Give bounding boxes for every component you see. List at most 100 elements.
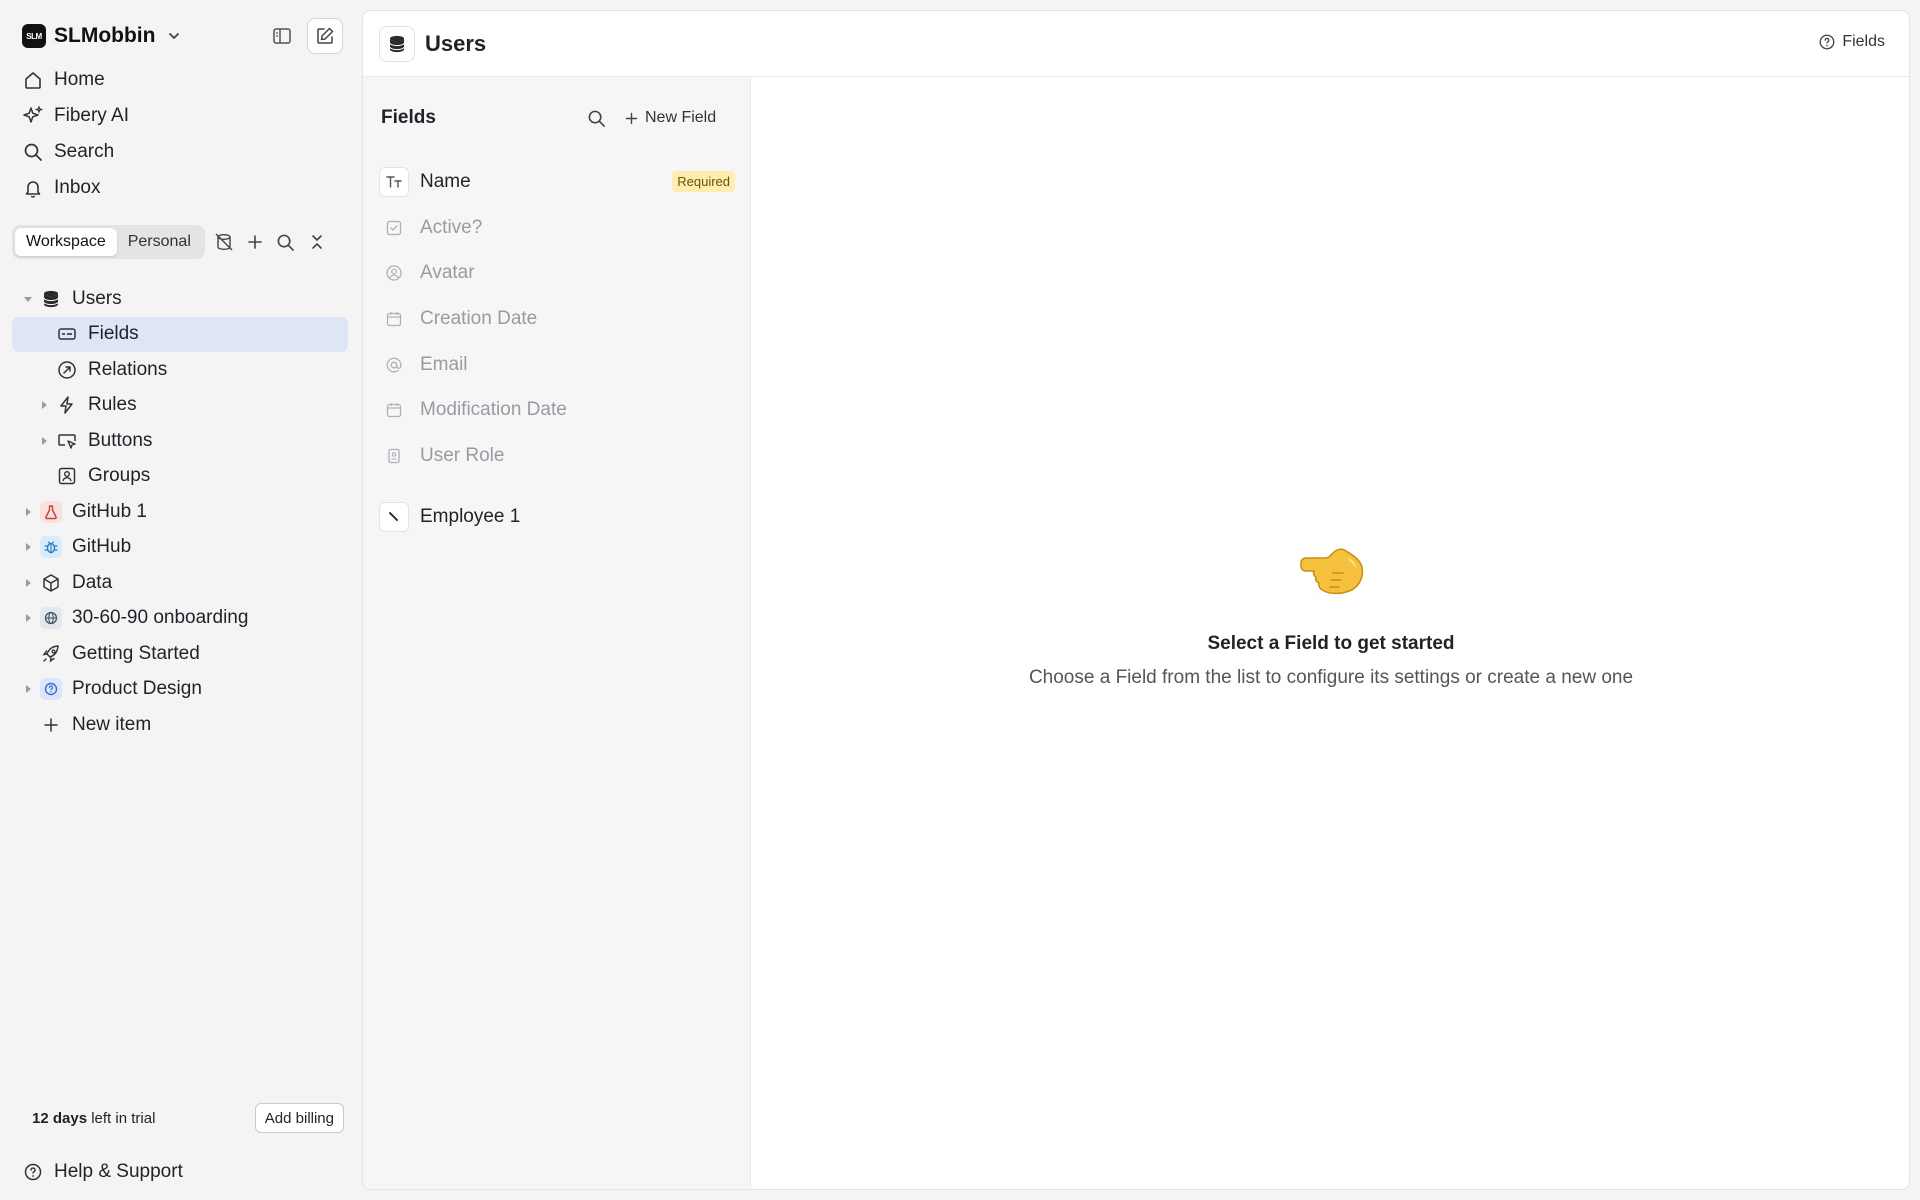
- pointing-hand-icon: [751, 543, 1909, 599]
- field-label: Employee 1: [420, 505, 521, 527]
- tree-item-github[interactable]: GitHub: [12, 530, 348, 566]
- tree-label: Relations: [88, 358, 168, 380]
- toggle-sidebar-button[interactable]: [264, 18, 300, 54]
- nav-label: Search: [54, 141, 115, 162]
- tree-item-github-1[interactable]: GitHub 1: [12, 494, 348, 530]
- nav-item-inbox[interactable]: Inbox: [12, 170, 348, 206]
- tree-item-users[interactable]: Users: [12, 281, 348, 317]
- text-type-icon: [379, 166, 409, 197]
- nav-item-home[interactable]: Home: [12, 62, 348, 98]
- collapse-all-icon[interactable]: [306, 231, 328, 253]
- fields-list-panel: Fields New Field Name Required Active? A…: [363, 77, 751, 1189]
- new-field-button[interactable]: New Field: [623, 101, 716, 135]
- tree-item-buttons[interactable]: Buttons: [12, 423, 348, 459]
- field-item-creation-date[interactable]: Creation Date: [379, 296, 735, 342]
- caret-right-icon[interactable]: [20, 681, 36, 697]
- tree-label: Users: [72, 287, 122, 309]
- caret-right-icon[interactable]: [36, 397, 52, 413]
- database-icon[interactable]: [379, 26, 415, 62]
- workspace-tree: Users Fields Relations Rules Buttons Gro…: [12, 281, 348, 743]
- empty-state-subtitle: Choose a Field from the list to configur…: [1028, 667, 1634, 688]
- workspace-name: SLMobbin: [54, 24, 156, 47]
- box-icon: [40, 572, 62, 594]
- relations-icon: [56, 359, 78, 381]
- trial-banner: 12 days left in trial Add billing: [16, 1100, 344, 1136]
- tree-item-relations[interactable]: Relations: [12, 352, 348, 388]
- tree-label: New item: [72, 713, 152, 735]
- scope-tab-workspace[interactable]: Workspace: [15, 228, 117, 256]
- trial-rest: left in trial: [87, 1109, 156, 1127]
- search-icon[interactable]: [585, 107, 607, 129]
- help-circle-icon: [40, 678, 62, 701]
- tree-label: 30-60-90 onboarding: [72, 607, 249, 629]
- field-item-employee-1[interactable]: Employee 1: [379, 494, 735, 540]
- field-list: Name Required Active? Avatar Creation Da…: [379, 159, 735, 540]
- compose-button[interactable]: [307, 18, 343, 54]
- field-item-modification-date[interactable]: Modification Date: [379, 387, 735, 433]
- caret-down-icon[interactable]: [20, 291, 36, 307]
- empty-state-title: Select a Field to get started: [1207, 633, 1455, 654]
- field-item-avatar[interactable]: Avatar: [379, 250, 735, 296]
- help-circle-icon: [1818, 33, 1836, 51]
- edit-icon: [314, 25, 336, 47]
- tree-item-groups[interactable]: Groups: [12, 459, 348, 495]
- bell-icon: [22, 177, 44, 199]
- calendar-icon: [379, 304, 409, 334]
- fields-panel-header: Fields New Field: [381, 101, 733, 135]
- search-icon: [22, 141, 44, 163]
- tree-item-data[interactable]: Data: [12, 565, 348, 601]
- button-cursor-icon: [56, 430, 78, 452]
- caret-right-icon[interactable]: [20, 504, 36, 520]
- tree-item-fields[interactable]: Fields: [12, 316, 348, 352]
- field-label: User Role: [420, 444, 505, 466]
- caret-right-icon[interactable]: [20, 539, 36, 555]
- fields-icon: [56, 323, 78, 345]
- scope-switcher: Workspace Personal: [12, 224, 328, 260]
- nav-item-search[interactable]: Search: [12, 134, 348, 170]
- home-icon: [22, 69, 44, 91]
- required-badge: Required: [672, 171, 735, 193]
- fields-help-link[interactable]: Fields: [1818, 33, 1885, 51]
- search-icon[interactable]: [275, 231, 297, 253]
- caret-right-icon[interactable]: [20, 610, 36, 626]
- help-circle-icon: [22, 1161, 44, 1183]
- tree-item-product-design[interactable]: Product Design: [12, 672, 348, 708]
- checkbox-icon: [379, 213, 409, 243]
- field-label: Modification Date: [420, 399, 567, 421]
- field-item-email[interactable]: Email: [379, 342, 735, 388]
- caret-right-icon[interactable]: [20, 575, 36, 591]
- page-title: Users: [425, 31, 487, 56]
- avatar-icon: [379, 258, 409, 288]
- tree-item-onboarding[interactable]: 30-60-90 onboarding: [12, 601, 348, 637]
- tree-item-getting-started[interactable]: Getting Started: [12, 636, 348, 672]
- new-item-button[interactable]: New item: [12, 707, 348, 743]
- help-support-link[interactable]: Help & Support: [22, 1154, 183, 1190]
- relation-line-icon: [379, 501, 409, 532]
- field-label: Creation Date: [420, 307, 538, 329]
- rocket-icon: [40, 643, 62, 665]
- new-field-label: New Field: [645, 109, 717, 126]
- tree-item-rules[interactable]: Rules: [12, 388, 348, 424]
- plus-icon: [40, 714, 62, 736]
- scope-segmented-control: Workspace Personal: [12, 225, 205, 259]
- sparkle-icon: [22, 105, 44, 127]
- caret-right-icon[interactable]: [36, 433, 52, 449]
- scope-toolbar: [213, 231, 328, 253]
- plus-icon: [623, 110, 639, 126]
- hide-database-icon[interactable]: [213, 231, 235, 253]
- workspace-switcher[interactable]: SLM SLMobbin: [22, 18, 185, 54]
- trial-text: 12 days left in trial: [32, 1110, 155, 1127]
- main-nav: Home Fibery AI Search Inbox: [12, 62, 348, 206]
- nav-item-fibery-ai[interactable]: Fibery AI: [12, 98, 348, 134]
- field-label: Name: [420, 170, 471, 192]
- field-item-name[interactable]: Name Required: [379, 159, 735, 205]
- field-item-active[interactable]: Active?: [379, 205, 735, 251]
- scope-tab-personal[interactable]: Personal: [117, 228, 202, 256]
- add-billing-button[interactable]: Add billing: [254, 1103, 344, 1133]
- tree-label: Buttons: [88, 429, 153, 451]
- empty-state: Select a Field to get started Choose a F…: [751, 77, 1909, 1189]
- nav-label: Fibery AI: [54, 105, 129, 126]
- add-icon[interactable]: [244, 231, 266, 253]
- tree-label: Getting Started: [72, 642, 200, 664]
- field-item-user-role[interactable]: User Role: [379, 433, 735, 479]
